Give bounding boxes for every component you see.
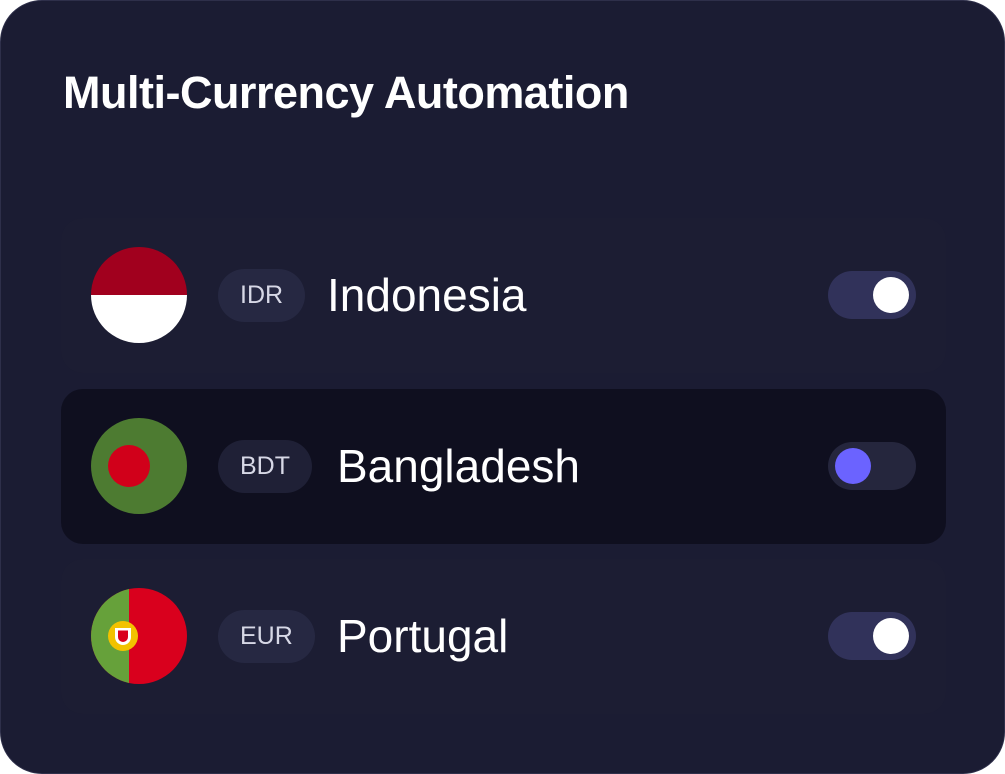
toggle-knob [873, 277, 909, 313]
indonesia-flag-icon [91, 247, 187, 343]
country-name: Bangladesh [337, 440, 580, 492]
country-name: Indonesia [327, 269, 527, 321]
currency-row-portugal: EUR Portugal [61, 559, 946, 714]
currency-toggle-bangladesh[interactable] [828, 442, 916, 490]
currency-toggle-indonesia[interactable] [828, 271, 916, 319]
currency-code-badge: IDR [218, 269, 306, 322]
currency-code-badge: BDT [218, 440, 312, 493]
currency-toggle-portugal[interactable] [828, 612, 916, 660]
toggle-knob [835, 448, 871, 484]
card-title: Multi-Currency Automation [63, 67, 629, 118]
country-name: Portugal [337, 610, 509, 662]
toggle-knob [873, 618, 909, 654]
portugal-flag-icon [91, 588, 187, 684]
currency-code-badge: EUR [218, 610, 315, 663]
currency-row-bangladesh: BDT Bangladesh [61, 389, 946, 544]
multi-currency-card: Multi-Currency Automation IDR Indonesia … [0, 0, 1005, 774]
currency-row-indonesia: IDR Indonesia [61, 218, 946, 373]
bangladesh-flag-icon [91, 418, 187, 514]
